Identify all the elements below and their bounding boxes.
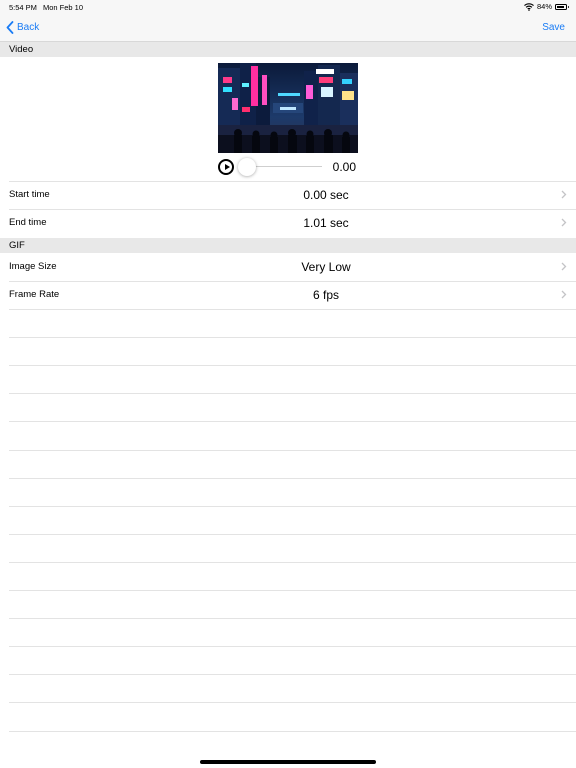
end-time-row[interactable]: End time 1.01 sec <box>0 209 576 237</box>
image-size-value: Very Low <box>301 260 351 274</box>
home-indicator[interactable] <box>200 760 376 764</box>
row-divider <box>9 365 576 366</box>
current-time-readout: 0.00 <box>332 160 356 174</box>
video-thumbnail[interactable] <box>218 63 358 153</box>
chevron-right-icon <box>561 190 567 199</box>
row-divider <box>9 562 576 563</box>
frame-rate-row[interactable]: Frame Rate 6 fps <box>0 281 576 309</box>
section-header-video: Video <box>0 42 576 57</box>
status-date: Mon Feb 10 <box>43 3 84 12</box>
chevron-right-icon <box>561 218 567 227</box>
chevron-left-icon <box>6 21 14 34</box>
scrub-slider-thumb[interactable] <box>238 158 256 176</box>
start-time-row[interactable]: Start time 0.00 sec <box>0 181 576 209</box>
frame-rate-value: 6 fps <box>312 288 339 302</box>
status-indicators: 84% <box>524 2 569 11</box>
video-player-controls: 0.00 <box>218 158 358 176</box>
play-icon[interactable] <box>218 159 234 175</box>
battery-level <box>557 5 564 8</box>
image-size-label: Image Size <box>9 261 57 272</box>
row-divider <box>9 337 576 338</box>
wifi-icon <box>524 2 534 11</box>
chevron-right-icon <box>561 290 567 299</box>
frame-rate-label: Frame Rate <box>9 289 60 300</box>
back-button[interactable]: Back <box>6 21 39 34</box>
row-divider <box>9 393 576 394</box>
end-time-value: 1.01 sec <box>303 216 349 230</box>
row-divider <box>9 702 576 703</box>
row-divider <box>9 421 576 422</box>
row-divider <box>9 646 576 647</box>
row-divider <box>9 534 576 535</box>
row-divider <box>9 590 576 591</box>
chevron-right-icon <box>561 262 567 271</box>
row-divider <box>9 450 576 451</box>
save-button[interactable]: Save <box>542 22 565 33</box>
row-divider <box>9 731 576 732</box>
start-time-label: Start time <box>9 189 50 200</box>
row-divider <box>9 309 576 310</box>
navigation-bar: Back Save <box>0 14 576 42</box>
back-label: Back <box>17 22 40 33</box>
status-bar: 5:54 PM Mon Feb 10 84% <box>0 0 576 14</box>
section-header-gif: GIF <box>0 238 576 253</box>
image-size-row[interactable]: Image Size Very Low <box>0 253 576 281</box>
end-time-label: End time <box>9 217 47 228</box>
battery-icon <box>555 3 569 10</box>
row-divider <box>9 478 576 479</box>
row-divider <box>9 618 576 619</box>
status-time: 5:54 PM <box>9 3 37 12</box>
battery-percent: 84% <box>536 2 552 11</box>
start-time-value: 0.00 sec <box>303 188 349 202</box>
row-divider <box>9 506 576 507</box>
video-frame <box>218 63 358 153</box>
row-divider <box>9 674 576 675</box>
